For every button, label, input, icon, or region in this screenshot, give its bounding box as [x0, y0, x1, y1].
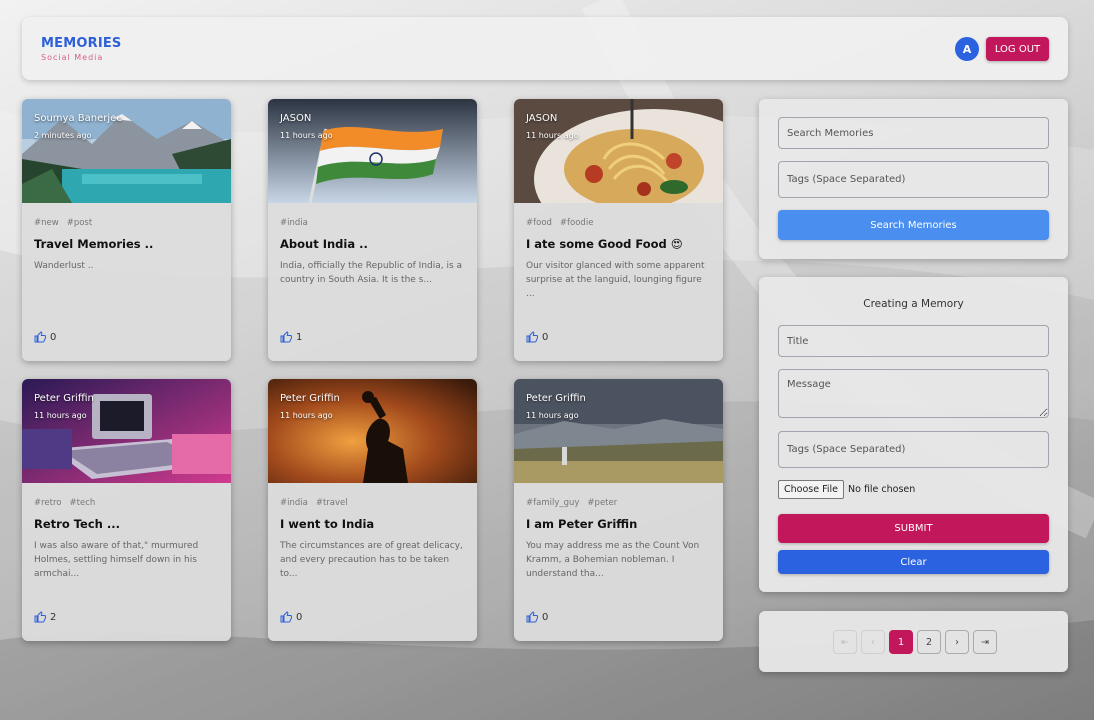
- card-image-pasta[interactable]: JASON 11 hours ago: [514, 99, 723, 203]
- card-message: Wanderlust ..: [34, 261, 94, 271]
- first-page-button[interactable]: ⇤: [833, 630, 857, 654]
- create-memory-form: Creating a Memory Choose File No file ch…: [759, 277, 1068, 592]
- card-timestamp: 11 hours ago: [280, 131, 333, 140]
- tag: #india: [280, 498, 308, 508]
- pagination: ⇤ ‹ 1 2 › ⇥: [833, 630, 997, 654]
- card-author: Peter Griffin: [34, 393, 94, 404]
- thumbs-up-icon: [280, 331, 292, 343]
- memory-card[interactable]: JASON 11 hours ago #india About India ..…: [268, 99, 477, 361]
- card-author: Soumya Banerjee: [34, 113, 123, 124]
- like-button[interactable]: 0: [526, 331, 548, 343]
- form-heading: Creating a Memory: [863, 298, 964, 310]
- tag: #tech: [69, 498, 96, 508]
- tag: #india: [280, 218, 308, 228]
- thumbs-up-icon: [526, 611, 538, 623]
- card-message: Our visitor glanced with some apparent s…: [526, 261, 705, 299]
- card-image-india-flag[interactable]: JASON 11 hours ago: [268, 99, 477, 203]
- like-count: 0: [50, 331, 57, 343]
- tag: #family_guy: [526, 498, 580, 508]
- memory-card[interactable]: Peter Griffin 11 hours ago #retro #tech R…: [22, 379, 231, 641]
- search-button[interactable]: Search Memories: [778, 210, 1049, 240]
- tag: #foodie: [559, 218, 594, 228]
- card-title: About India ..: [280, 237, 368, 251]
- card-author: JASON: [280, 113, 312, 124]
- card-tags: #food #foodie: [526, 218, 601, 228]
- thumbs-up-icon: [280, 611, 292, 623]
- tag: #peter: [587, 498, 618, 508]
- search-panel: Search Memories: [759, 99, 1068, 259]
- card-tags: #family_guy #peter: [526, 498, 625, 508]
- app-bar: MEMORIES Social Media A LOG OUT: [22, 17, 1068, 80]
- previous-page-button[interactable]: ‹: [861, 630, 885, 654]
- card-image-fire-silhouette[interactable]: Peter Griffin 11 hours ago: [268, 379, 477, 483]
- card-timestamp: 11 hours ago: [280, 411, 333, 420]
- card-title: I went to India: [280, 517, 375, 531]
- card-image-landscape[interactable]: Peter Griffin 11 hours ago: [514, 379, 723, 483]
- brand-subtitle: Social Media: [41, 53, 104, 62]
- card-message: The circumstances are of great delicacy,…: [280, 541, 463, 579]
- card-author: Peter Griffin: [526, 393, 586, 404]
- tag: #food: [526, 218, 552, 228]
- card-title: Travel Memories ..: [34, 237, 154, 251]
- memory-card[interactable]: Peter Griffin 11 hours ago #india #travel…: [268, 379, 477, 641]
- like-count: 1: [296, 331, 303, 343]
- card-tags: #india #travel: [280, 498, 356, 508]
- memory-card[interactable]: Soumya Banerjee 2 minutes ago #new #post …: [22, 99, 231, 361]
- brand-title[interactable]: MEMORIES: [41, 36, 122, 51]
- page-2-button[interactable]: 2: [917, 630, 941, 654]
- like-count: 0: [542, 611, 549, 623]
- like-button[interactable]: 0: [280, 611, 302, 623]
- submit-button[interactable]: SUBMIT: [778, 514, 1049, 543]
- card-timestamp: 2 minutes ago: [34, 131, 92, 140]
- last-page-button[interactable]: ⇥: [973, 630, 997, 654]
- like-count: 0: [296, 611, 303, 623]
- card-title: Retro Tech ...: [34, 517, 120, 531]
- file-upload: Choose File No file chosen: [778, 480, 915, 499]
- card-timestamp: 11 hours ago: [34, 411, 87, 420]
- card-author: JASON: [526, 113, 558, 124]
- card-author: Peter Griffin: [280, 393, 340, 404]
- avatar[interactable]: A: [955, 37, 979, 61]
- clear-button[interactable]: Clear: [778, 550, 1049, 574]
- search-input[interactable]: [778, 117, 1049, 149]
- form-tags-input[interactable]: [778, 431, 1049, 468]
- card-timestamp: 11 hours ago: [526, 131, 579, 140]
- file-status: No file chosen: [848, 484, 916, 495]
- like-button[interactable]: 0: [526, 611, 548, 623]
- like-button[interactable]: 0: [34, 331, 56, 343]
- like-button[interactable]: 1: [280, 331, 302, 343]
- memory-card[interactable]: JASON 11 hours ago #food #foodie I ate so…: [514, 99, 723, 361]
- card-tags: #retro #tech: [34, 498, 103, 508]
- message-input[interactable]: [778, 369, 1049, 418]
- memory-card[interactable]: Peter Griffin 11 hours ago #family_guy #p…: [514, 379, 723, 641]
- tag: #retro: [34, 498, 62, 508]
- card-title: I am Peter Griffin: [526, 517, 638, 531]
- search-tags-input[interactable]: [778, 161, 1049, 198]
- pagination-panel: ⇤ ‹ 1 2 › ⇥: [759, 611, 1068, 672]
- thumbs-up-icon: [526, 331, 538, 343]
- card-title: I ate some Good Food 😍: [526, 237, 683, 251]
- tag: #travel: [315, 498, 348, 508]
- tag: #post: [66, 218, 93, 228]
- tag: #new: [34, 218, 59, 228]
- like-button[interactable]: 2: [34, 611, 56, 623]
- logout-button[interactable]: LOG OUT: [986, 37, 1049, 61]
- thumbs-up-icon: [34, 611, 46, 623]
- card-image-mountain-lake[interactable]: Soumya Banerjee 2 minutes ago: [22, 99, 231, 203]
- next-page-button[interactable]: ›: [945, 630, 969, 654]
- card-message: I was also aware of that," murmured Holm…: [34, 541, 199, 579]
- card-image-retro-computer[interactable]: Peter Griffin 11 hours ago: [22, 379, 231, 483]
- card-timestamp: 11 hours ago: [526, 411, 579, 420]
- page-1-button[interactable]: 1: [889, 630, 913, 654]
- card-tags: #india: [280, 218, 316, 228]
- like-count: 0: [542, 331, 549, 343]
- thumbs-up-icon: [34, 331, 46, 343]
- brand[interactable]: MEMORIES Social Media: [41, 36, 122, 62]
- card-message: India, officially the Republic of India,…: [280, 261, 463, 285]
- like-count: 2: [50, 611, 57, 623]
- choose-file-button[interactable]: Choose File: [778, 480, 844, 499]
- card-message: You may address me as the Count Von Kram…: [526, 541, 700, 579]
- title-input[interactable]: [778, 325, 1049, 357]
- card-tags: #new #post: [34, 218, 100, 228]
